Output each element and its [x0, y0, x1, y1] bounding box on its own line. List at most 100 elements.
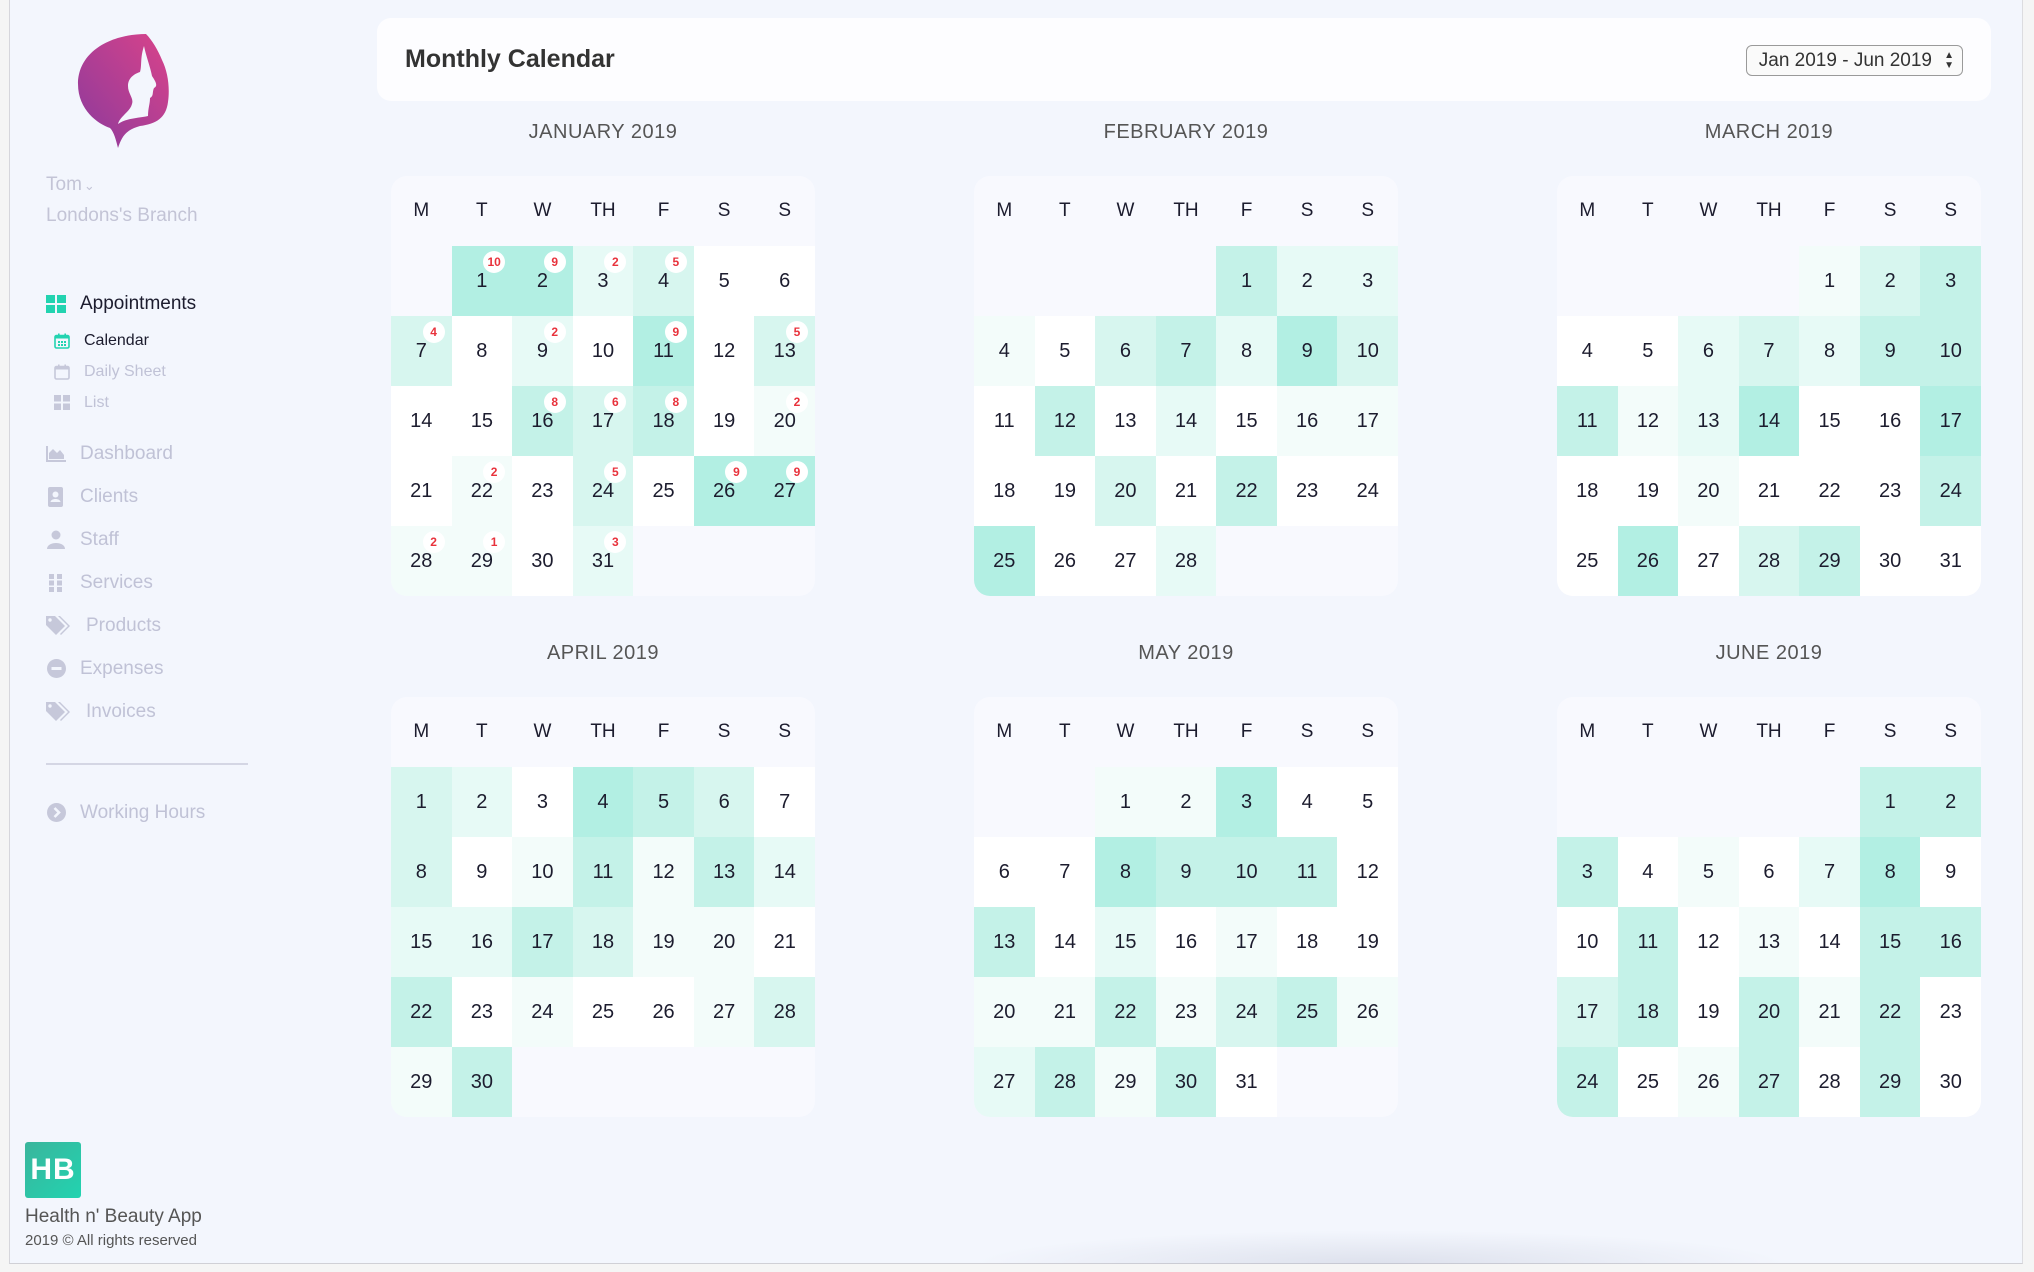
- day-cell[interactable]: 25: [633, 456, 694, 526]
- day-cell[interactable]: 4: [974, 316, 1035, 386]
- day-cell[interactable]: 16 8: [512, 386, 573, 456]
- user-name[interactable]: Tom: [46, 174, 82, 195]
- day-cell[interactable]: 14: [754, 837, 815, 907]
- day-cell[interactable]: 29 1: [451, 526, 513, 596]
- day-cell[interactable]: 8: [1799, 316, 1860, 386]
- day-cell[interactable]: 18: [1276, 907, 1338, 977]
- day-cell[interactable]: 1: [1859, 767, 1921, 837]
- day-cell[interactable]: 24 5: [572, 456, 634, 526]
- day-cell[interactable]: 27: [1095, 526, 1156, 596]
- date-range-select[interactable]: Jan 2019 - Jun 2019 ▲ ▼: [1745, 45, 1963, 76]
- day-cell[interactable]: 7: [1034, 837, 1096, 907]
- day-cell[interactable]: 30: [451, 1047, 513, 1117]
- day-cell[interactable]: 9: [451, 837, 513, 907]
- day-cell[interactable]: 10: [1337, 316, 1398, 386]
- day-cell[interactable]: 1: [1095, 767, 1156, 837]
- day-cell[interactable]: 12: [633, 837, 694, 907]
- day-cell[interactable]: 29: [1095, 1047, 1156, 1117]
- day-cell[interactable]: 1: [1799, 246, 1860, 316]
- day-cell[interactable]: 23: [451, 977, 513, 1047]
- nav-dashboard[interactable]: Dashboard: [46, 432, 306, 475]
- day-cell[interactable]: 8: [1216, 316, 1277, 386]
- day-cell[interactable]: 9: [1155, 837, 1217, 907]
- day-cell[interactable]: 24: [1216, 977, 1277, 1047]
- day-cell[interactable]: 19: [1617, 456, 1679, 526]
- day-cell[interactable]: 92: [512, 316, 573, 386]
- day-cell[interactable]: 25: [974, 526, 1035, 596]
- day-cell[interactable]: 12: [1337, 837, 1398, 907]
- day-cell[interactable]: 24: [512, 977, 573, 1047]
- day-cell[interactable]: 26: [1337, 977, 1398, 1047]
- nav-list[interactable]: List: [54, 387, 306, 418]
- day-cell[interactable]: 11: [572, 837, 634, 907]
- day-cell[interactable]: 24: [1920, 456, 1981, 526]
- day-cell[interactable]: 15: [1095, 907, 1156, 977]
- day-cell[interactable]: 28: [1738, 526, 1800, 596]
- day-cell[interactable]: 20: [693, 907, 755, 977]
- day-cell[interactable]: 24: [1557, 1047, 1618, 1117]
- day-cell[interactable]: 27: [693, 977, 755, 1047]
- day-cell[interactable]: 20: [974, 977, 1035, 1047]
- day-cell[interactable]: 27: [974, 1047, 1035, 1117]
- day-cell[interactable]: 12: [1617, 386, 1679, 456]
- day-cell[interactable]: 26 9: [693, 456, 755, 526]
- day-cell[interactable]: 15: [451, 386, 513, 456]
- day-cell[interactable]: 12: [693, 316, 755, 386]
- day-cell[interactable]: 21: [1034, 977, 1096, 1047]
- day-cell[interactable]: 9: [1920, 837, 1981, 907]
- day-cell[interactable]: 13: [1738, 907, 1800, 977]
- day-cell[interactable]: 14: [1738, 386, 1800, 456]
- day-cell[interactable]: 23: [1859, 456, 1921, 526]
- day-cell[interactable]: 2: [1276, 246, 1338, 316]
- day-cell[interactable]: 21: [1799, 977, 1860, 1047]
- nav-working-hours[interactable]: Working Hours: [46, 791, 306, 834]
- day-cell[interactable]: 7: [754, 767, 815, 837]
- day-cell[interactable]: 20: [1678, 456, 1739, 526]
- day-cell[interactable]: 15: [391, 907, 452, 977]
- day-cell[interactable]: 28 2: [391, 526, 452, 596]
- day-cell[interactable]: 27: [1738, 1047, 1800, 1117]
- day-cell[interactable]: 2: [1859, 246, 1921, 316]
- day-cell[interactable]: 15: [1799, 386, 1860, 456]
- day-cell[interactable]: 16: [1155, 907, 1217, 977]
- chevron-down-icon[interactable]: ⌄: [84, 178, 95, 193]
- day-cell[interactable]: 2: [1920, 767, 1981, 837]
- day-cell[interactable]: 3: [1557, 837, 1618, 907]
- day-cell[interactable]: 18: [572, 907, 634, 977]
- day-cell[interactable]: 31: [1216, 1047, 1277, 1117]
- day-cell[interactable]: 2: [451, 767, 513, 837]
- day-cell[interactable]: 30: [512, 526, 573, 596]
- day-cell[interactable]: 27 9: [754, 456, 815, 526]
- nav-invoices[interactable]: Invoices: [46, 690, 306, 733]
- day-cell[interactable]: 31: [1920, 526, 1981, 596]
- day-cell[interactable]: 25: [572, 977, 634, 1047]
- day-cell[interactable]: 7: [1738, 316, 1800, 386]
- day-cell[interactable]: 8: [451, 316, 513, 386]
- day-cell[interactable]: 14: [391, 386, 452, 456]
- day-cell[interactable]: 26: [1034, 526, 1096, 596]
- day-cell[interactable]: 21: [391, 456, 452, 526]
- day-cell[interactable]: 6: [1095, 316, 1156, 386]
- day-cell[interactable]: 5: [633, 767, 694, 837]
- day-cell[interactable]: 12: [1034, 386, 1096, 456]
- day-cell[interactable]: 11: [974, 386, 1035, 456]
- day-cell[interactable]: 30: [1859, 526, 1921, 596]
- day-cell[interactable]: 3: [1337, 246, 1398, 316]
- day-cell[interactable]: 3: [1920, 246, 1981, 316]
- day-cell[interactable]: 21: [1738, 456, 1800, 526]
- day-cell[interactable]: 8: [1095, 837, 1156, 907]
- nav-daily-sheet[interactable]: Daily Sheet: [54, 356, 306, 387]
- day-cell[interactable]: 5: [693, 246, 755, 316]
- day-cell[interactable]: 15: [1859, 907, 1921, 977]
- day-cell[interactable]: 27: [1678, 526, 1739, 596]
- day-cell[interactable]: 12: [1678, 907, 1739, 977]
- day-cell[interactable]: 4: [1557, 316, 1618, 386]
- day-cell[interactable]: 10: [1557, 907, 1618, 977]
- day-cell[interactable]: 6: [1738, 837, 1800, 907]
- day-cell[interactable]: 21: [1155, 456, 1217, 526]
- day-cell[interactable]: 22: [391, 977, 452, 1047]
- day-cell[interactable]: 29: [512, 246, 573, 316]
- day-cell[interactable]: 3: [512, 767, 573, 837]
- user-menu[interactable]: Tom ⌄ Londons's Branch: [46, 170, 198, 231]
- day-cell[interactable]: 14: [1155, 386, 1217, 456]
